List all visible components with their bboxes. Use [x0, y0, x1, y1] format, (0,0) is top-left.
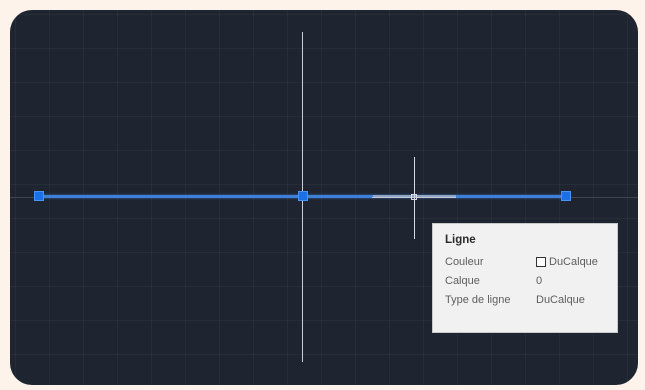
grip-start-point[interactable] — [34, 191, 44, 201]
color-swatch-icon — [536, 256, 546, 267]
grip-mid-point[interactable] — [298, 191, 308, 201]
tooltip-title: Ligne — [445, 234, 476, 246]
tooltip-key: Couleur — [445, 255, 484, 268]
grip-end-point[interactable] — [561, 191, 571, 201]
tooltip-row-layer: Calque 0 — [445, 271, 617, 290]
tooltip-key: Type de ligne — [445, 293, 511, 306]
tooltip-row-linetype: Type de ligne DuCalque — [445, 290, 617, 309]
tooltip-value-text: DuCalque — [549, 255, 598, 268]
tooltip-row-color: Couleur DuCalque — [445, 252, 617, 271]
tooltip-value: 0 — [536, 274, 543, 287]
crosshair-pickbox-icon — [411, 194, 417, 200]
tooltip-key: Calque — [445, 274, 480, 287]
rollover-tooltip: Ligne Couleur DuCalque Calque 0 Type de … — [432, 223, 618, 333]
drawing-canvas[interactable]: Ligne Couleur DuCalque Calque 0 Type de … — [10, 10, 638, 385]
tooltip-value: DuCalque — [536, 256, 598, 268]
tooltip-value: DuCalque — [536, 293, 585, 306]
